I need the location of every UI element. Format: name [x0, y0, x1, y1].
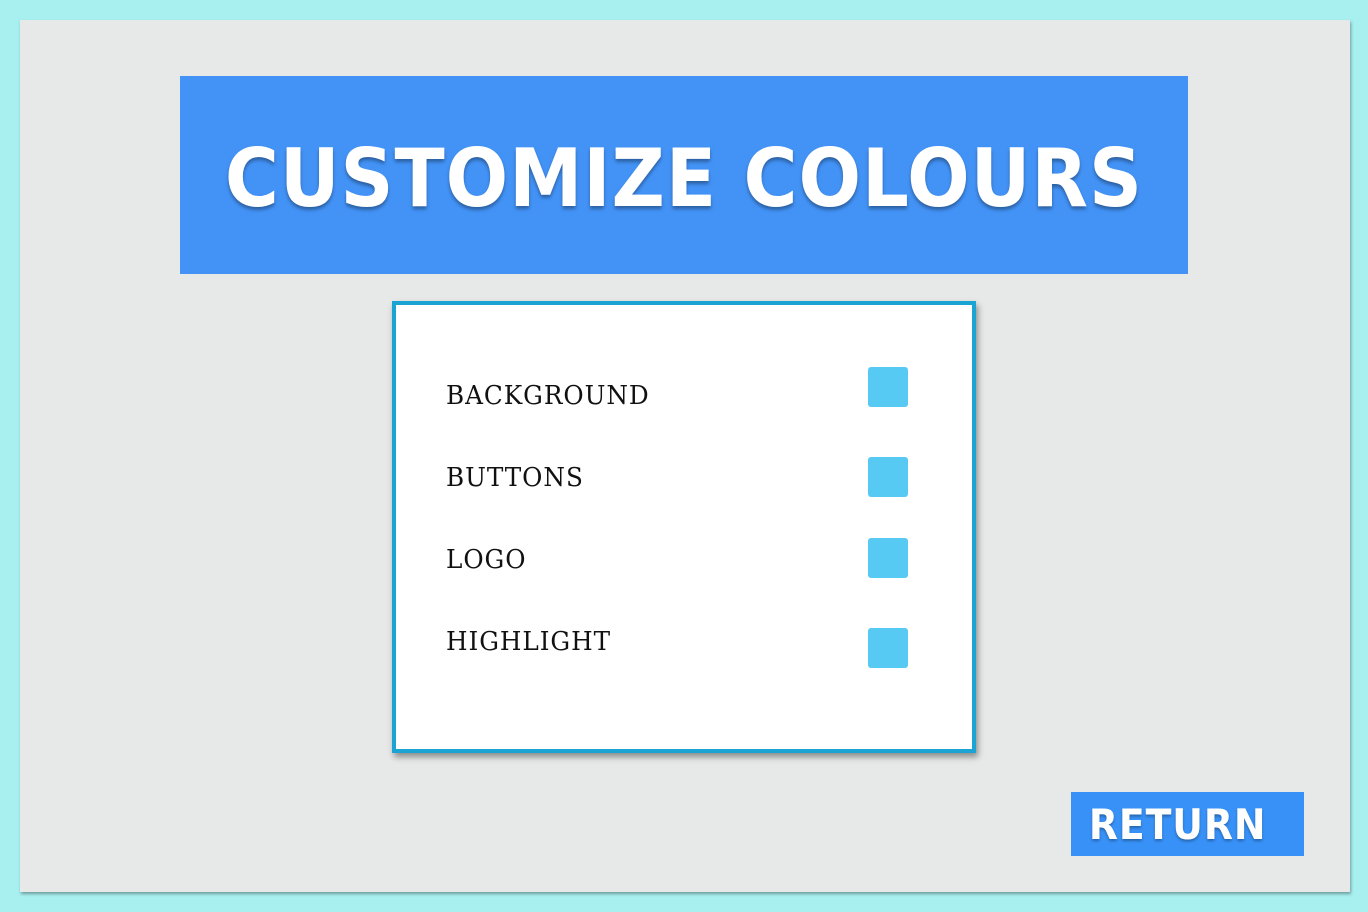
color-swatch-buttons[interactable] [868, 457, 908, 497]
option-label-buttons: BUTTONS [446, 463, 584, 493]
main-frame: CUSTOMIZE COLOURS BACKGROUND BUTTONS LOG… [20, 20, 1350, 892]
option-label-highlight: HIGHLIGHT [446, 627, 612, 657]
return-button[interactable]: RETURN [1071, 792, 1304, 856]
page-title: CUSTOMIZE COLOURS [225, 131, 1143, 225]
color-swatch-logo[interactable] [868, 538, 908, 578]
option-label-background: BACKGROUND [446, 381, 650, 411]
color-swatch-background[interactable] [868, 367, 908, 407]
title-banner: CUSTOMIZE COLOURS [180, 76, 1188, 274]
option-label-logo: LOGO [446, 545, 527, 575]
color-options-panel: BACKGROUND BUTTONS LOGO HIGHLIGHT [392, 301, 976, 753]
color-swatch-highlight[interactable] [868, 628, 908, 668]
return-button-label: RETURN [1088, 799, 1267, 849]
